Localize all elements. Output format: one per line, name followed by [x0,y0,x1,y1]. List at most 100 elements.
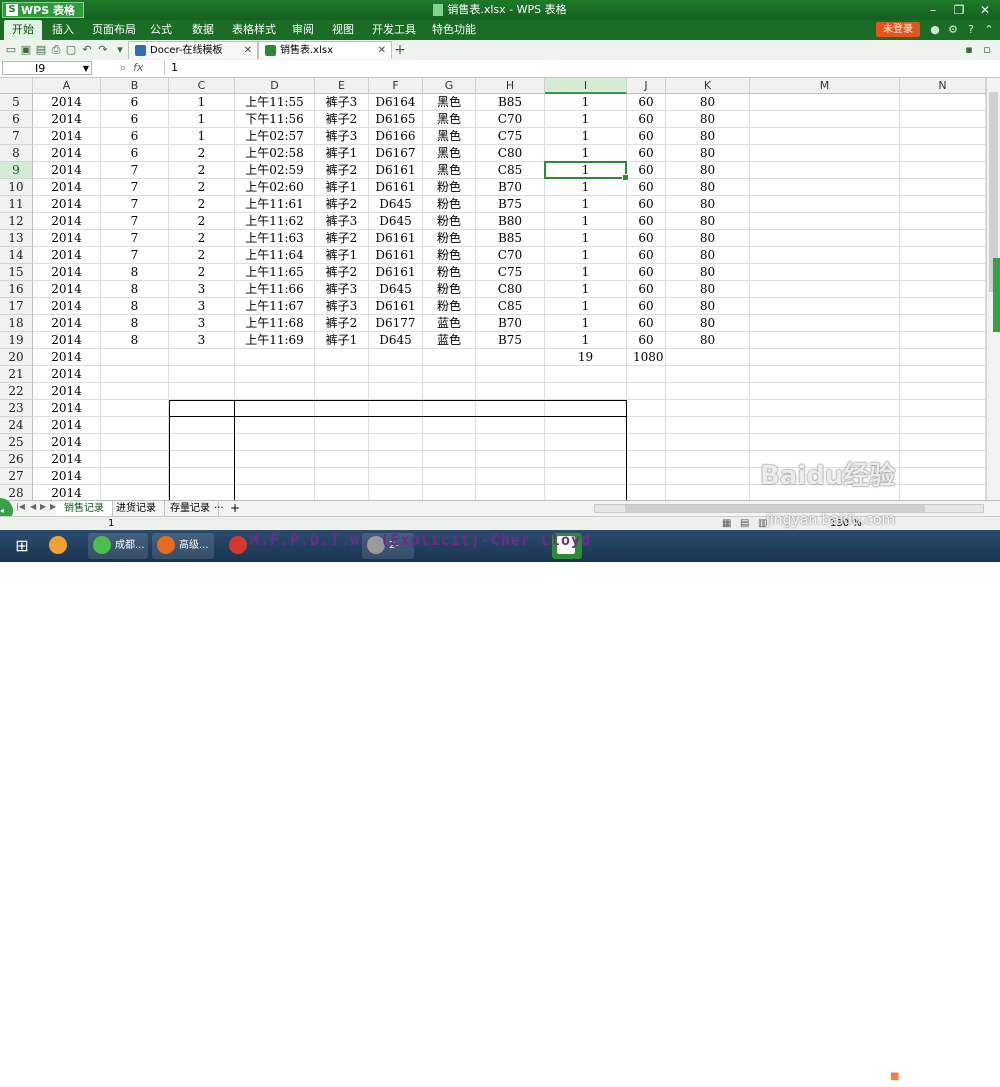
cell[interactable]: 80 [666,179,750,196]
menu-item-formula[interactable]: 公式 [142,20,180,40]
cell[interactable]: C70 [476,111,545,128]
cell[interactable]: 7 [101,179,169,196]
cell[interactable]: 1 [545,213,627,230]
row-header-7[interactable]: 7 [0,128,33,145]
cell[interactable] [476,383,545,400]
sheet-tab-purchase[interactable]: 进货记录 [108,501,165,516]
cell[interactable]: 粉色 [423,179,476,196]
cell[interactable] [750,128,900,145]
cell[interactable]: 上午02:58 [235,145,315,162]
cell[interactable]: 上午11:67 [235,298,315,315]
cell[interactable]: B70 [476,179,545,196]
row-header-24[interactable]: 24 [0,417,33,434]
cell[interactable] [900,196,986,213]
cell[interactable] [169,349,235,366]
cell[interactable] [169,366,235,383]
cell[interactable] [627,366,666,383]
cell[interactable] [476,417,545,434]
cell[interactable] [900,485,986,500]
cell[interactable] [545,468,627,485]
cell[interactable]: 80 [666,332,750,349]
cell[interactable] [369,451,423,468]
cell[interactable]: 粉色 [423,230,476,247]
save-icon[interactable]: ▣ [19,43,33,57]
tab-list-icon[interactable]: ▪ [962,43,976,57]
row-header-23[interactable]: 23 [0,400,33,417]
cell[interactable] [169,417,235,434]
cell[interactable] [750,383,900,400]
cell[interactable]: 2014 [33,383,101,400]
cell[interactable]: D645 [369,281,423,298]
cell[interactable]: 2014 [33,94,101,111]
redo-icon[interactable]: ↷ [96,43,110,57]
row-header-13[interactable]: 13 [0,230,33,247]
cell[interactable]: B75 [476,332,545,349]
cell[interactable] [900,468,986,485]
close-icon[interactable]: ✕ [972,0,998,20]
settings-icon[interactable]: ⚙ [946,23,960,37]
cell[interactable]: 2014 [33,230,101,247]
cell[interactable]: 80 [666,315,750,332]
cell[interactable]: 2014 [33,400,101,417]
cell[interactable] [900,111,986,128]
row-header-20[interactable]: 20 [0,349,33,366]
cell[interactable]: 6 [101,128,169,145]
cell[interactable]: 裤子3 [315,128,369,145]
cell[interactable]: 2014 [33,485,101,500]
menu-item-dev-tools[interactable]: 开发工具 [364,20,424,40]
cell[interactable]: D6164 [369,94,423,111]
cell[interactable]: B85 [476,230,545,247]
menu-item-review[interactable]: 审阅 [284,20,322,40]
cell[interactable]: 粉色 [423,264,476,281]
cell[interactable] [169,485,235,500]
cell[interactable]: 80 [666,128,750,145]
cell[interactable]: 1 [169,128,235,145]
cell[interactable]: 粉色 [423,247,476,264]
cell[interactable]: 8 [101,315,169,332]
side-panel-handle[interactable] [993,258,1000,332]
cell[interactable]: 上午11:62 [235,213,315,230]
row-header-26[interactable]: 26 [0,451,33,468]
cell[interactable] [235,366,315,383]
cell[interactable]: C75 [476,128,545,145]
cell[interactable] [235,485,315,500]
cell[interactable] [169,451,235,468]
cell[interactable]: 80 [666,94,750,111]
cell[interactable] [750,179,900,196]
cell[interactable]: 上午11:68 [235,315,315,332]
start-button[interactable]: ⊞ [4,533,40,559]
cell[interactable] [900,264,986,281]
chevron-down-icon[interactable]: ▼ [83,62,89,76]
cell[interactable] [315,349,369,366]
row-header-28[interactable]: 28 [0,485,33,500]
cell[interactable]: 60 [627,315,666,332]
cell[interactable]: 60 [627,213,666,230]
normal-view-icon[interactable]: ▦ [722,517,731,531]
tab-close-all-icon[interactable]: ▫ [980,43,994,57]
cell[interactable] [423,485,476,500]
cell[interactable]: 1 [545,332,627,349]
cell[interactable] [315,485,369,500]
cell[interactable] [900,332,986,349]
cell[interactable] [315,366,369,383]
cell[interactable] [315,417,369,434]
tab-close-icon[interactable]: ✕ [244,42,252,60]
spreadsheet-grid[interactable]: A B C D E F G H I J K M N 5 2014 6 1 上午11:55 裤子3 D6164 黑色 B85… [0,78,1000,500]
cell[interactable] [545,366,627,383]
cell[interactable] [235,400,315,417]
cell[interactable]: 2014 [33,417,101,434]
cell[interactable]: D6161 [369,162,423,179]
cell[interactable]: 下午11:56 [235,111,315,128]
next-sheet-icon[interactable]: ▶ [40,502,46,511]
cell[interactable]: 3 [169,281,235,298]
menu-item-insert[interactable]: 插入 [44,20,82,40]
column-header-h[interactable]: H [476,78,545,94]
taskbar-app-1[interactable]: 成都... [88,533,148,559]
cell[interactable]: 1 [545,315,627,332]
cell[interactable]: 1 [545,179,627,196]
row-header-15[interactable]: 15 [0,264,33,281]
customize-toolbar-icon[interactable]: ▾ [113,43,127,57]
cell[interactable]: 2014 [33,315,101,332]
cell[interactable] [101,383,169,400]
cell[interactable] [750,111,900,128]
